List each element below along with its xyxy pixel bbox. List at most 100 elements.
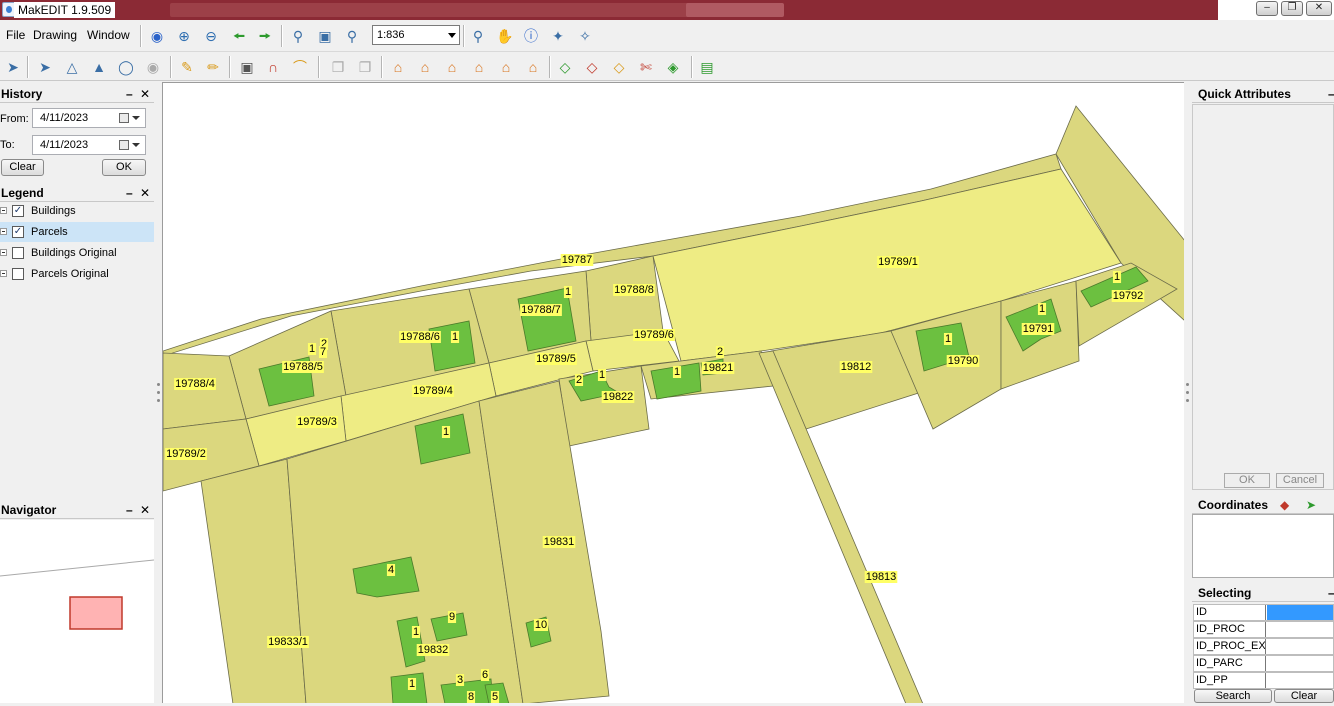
history-clear-button[interactable]: Clear	[1, 159, 44, 176]
legend-item-buildings-original[interactable]: Buildings Original	[0, 243, 154, 263]
parcels-checkbox[interactable]: ✓	[12, 226, 24, 238]
selecting-minimize-button[interactable]: –	[1328, 584, 1334, 602]
parcel-label: 19788/6	[400, 331, 440, 343]
split-parcel-icon[interactable]: ✄	[637, 58, 655, 76]
merge-parcel-icon[interactable]: ◈	[664, 58, 682, 76]
search-button[interactable]: Search	[1194, 689, 1272, 703]
add-building-icon[interactable]: ⌂	[389, 58, 407, 76]
tree-collapse-icon[interactable]	[0, 249, 7, 256]
delete-building-icon[interactable]: ⌂	[497, 58, 515, 76]
magnet-icon[interactable]: ∩	[264, 58, 282, 76]
tree-collapse-icon[interactable]	[0, 270, 7, 277]
navigator-minimize-button[interactable]: –	[126, 501, 133, 519]
move-building-icon[interactable]: ⌂	[443, 58, 461, 76]
select-field-id-parc[interactable]: ID_PARC	[1193, 655, 1334, 672]
add-parcel-icon[interactable]: ◇	[556, 58, 574, 76]
parcel-label: 19788/5	[283, 361, 323, 373]
toolbar-separator	[318, 56, 320, 78]
edit-building-icon[interactable]: ⌂	[416, 58, 434, 76]
history-ok-button[interactable]: OK	[102, 159, 146, 176]
field-value-input[interactable]	[1267, 656, 1333, 671]
navigator-overview[interactable]	[0, 520, 155, 703]
map-canvas[interactable]: 19787 19789/1 19788/8 19788/7 19788/6 19789/6…	[162, 82, 1184, 703]
tree-collapse-icon[interactable]	[0, 207, 7, 214]
zoom-out-icon[interactable]: ⊖	[202, 27, 220, 45]
splitter-grip[interactable]	[157, 383, 160, 386]
zoom-in-icon[interactable]: ⊕	[175, 27, 193, 45]
selecting-clear-button[interactable]: Clear	[1274, 689, 1334, 703]
restore-window-button[interactable]: ❐	[1281, 1, 1303, 16]
select-area-icon[interactable]: ▲	[90, 58, 108, 76]
parcel-label: 19821	[703, 362, 734, 374]
forward-arrow-icon[interactable]: 🠚	[256, 27, 274, 45]
close-window-button[interactable]: ✕	[1306, 1, 1332, 16]
select-field-id-proc-exp[interactable]: ID_PROC_EXP	[1193, 638, 1334, 655]
to-date-field[interactable]: 4/11/2023	[32, 135, 146, 155]
field-value-input[interactable]	[1267, 673, 1333, 688]
merge-building-icon[interactable]: ⌂	[524, 58, 542, 76]
from-date-value: 4/11/2023	[40, 112, 89, 124]
legend-minimize-button[interactable]: –	[126, 184, 133, 202]
pin-location-icon[interactable]: ◆	[1280, 496, 1289, 514]
select-polygon-icon[interactable]: △	[63, 58, 81, 76]
select-field-id[interactable]: ID	[1193, 604, 1334, 621]
edit-parcel-icon[interactable]: ◇	[583, 58, 601, 76]
parcel-label: 19789/5	[536, 353, 576, 365]
menu-drawing[interactable]: Drawing	[33, 28, 77, 42]
field-value-input[interactable]	[1267, 639, 1333, 654]
parcel-label: 19789/6	[634, 329, 674, 341]
arc-icon[interactable]: ⌒	[291, 58, 309, 76]
from-date-field[interactable]: 4/11/2023	[32, 108, 146, 128]
select-field-id-proc[interactable]: ID_PROC	[1193, 621, 1334, 638]
crop-icon[interactable]: ▣	[238, 58, 256, 76]
history-minimize-button[interactable]: –	[126, 85, 133, 103]
calendar-icon	[119, 113, 129, 123]
select-circle-icon[interactable]: ◯	[117, 58, 135, 76]
splitter-grip[interactable]	[157, 399, 160, 402]
quick-attributes-minimize-button[interactable]: –	[1328, 85, 1334, 103]
navigator-close-button[interactable]: ✕	[140, 501, 150, 519]
menu-window[interactable]: Window	[87, 28, 130, 42]
pick-coordinate-icon[interactable]: ➤	[1306, 496, 1316, 514]
search-icon[interactable]: ⚲	[469, 27, 487, 45]
back-arrow-icon[interactable]: 🠘	[230, 27, 248, 45]
move-parcel-icon[interactable]: ◇	[610, 58, 628, 76]
split-building-icon[interactable]: ⌂	[470, 58, 488, 76]
tree-collapse-icon[interactable]	[0, 228, 7, 235]
zoom-window-icon[interactable]: ⚲	[289, 27, 307, 45]
field-value-input[interactable]	[1267, 605, 1333, 620]
splitter-grip[interactable]	[157, 391, 160, 394]
select-arrow-icon[interactable]: ➤	[4, 58, 22, 76]
zoom-layer-icon[interactable]: ▣	[316, 27, 334, 45]
globe-icon[interactable]: ◉	[148, 27, 166, 45]
edit-line-icon[interactable]: ✏	[204, 58, 222, 76]
parcels-original-checkbox[interactable]	[12, 268, 24, 280]
legend-item-buildings[interactable]: ✓ Buildings	[0, 201, 154, 221]
minimize-window-button[interactable]: –	[1256, 1, 1278, 16]
select-field-id-pp[interactable]: ID_PP	[1193, 672, 1334, 689]
legend-item-parcels-original[interactable]: Parcels Original	[0, 264, 154, 284]
splitter-grip[interactable]	[1186, 399, 1189, 402]
splitter-grip[interactable]	[1186, 383, 1189, 386]
identify-icon[interactable]: ✦	[549, 27, 567, 45]
toolbar-separator	[281, 25, 283, 47]
info-icon[interactable]: ⓘ	[522, 27, 540, 45]
history-close-button[interactable]: ✕	[140, 85, 150, 103]
legend-item-parcels[interactable]: ✓ Parcels	[0, 222, 154, 242]
select-vertex-icon[interactable]: ➤	[36, 58, 54, 76]
title-bar: MakEDIT 1.9.509 – ❐ ✕	[0, 0, 1334, 20]
legend-close-button[interactable]: ✕	[140, 184, 150, 202]
menu-file[interactable]: File	[6, 28, 25, 42]
buildings-original-checkbox[interactable]	[12, 247, 24, 259]
report-icon[interactable]: ▤	[698, 58, 716, 76]
field-value-input[interactable]	[1267, 622, 1333, 637]
draw-line-icon[interactable]: ✎	[178, 58, 196, 76]
scale-select[interactable]: 1:836	[372, 25, 460, 45]
pan-hand-icon[interactable]: ✋	[496, 27, 514, 45]
navigator-viewport-box[interactable]	[69, 596, 123, 630]
to-label: To:	[0, 139, 15, 151]
measure-icon[interactable]: ✧	[576, 27, 594, 45]
splitter-grip[interactable]	[1186, 391, 1189, 394]
buildings-checkbox[interactable]: ✓	[12, 205, 24, 217]
zoom-selection-icon[interactable]: ⚲	[343, 27, 361, 45]
